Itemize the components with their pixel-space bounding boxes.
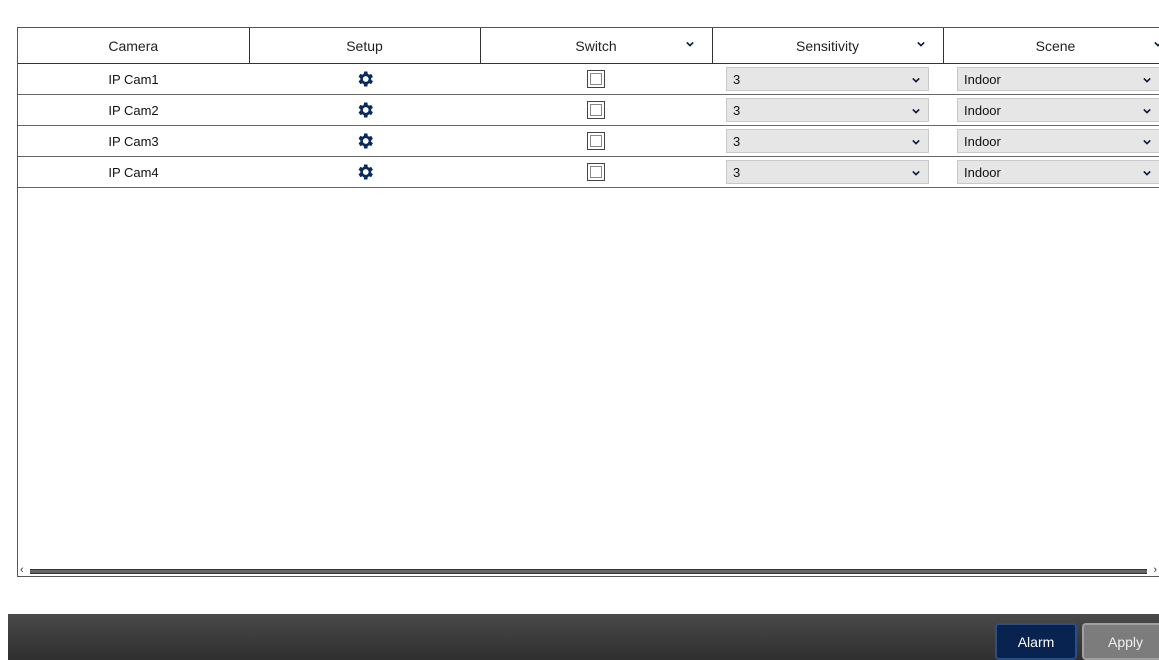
chevron-down-icon xyxy=(1143,139,1151,145)
column-header-switch[interactable]: Switch xyxy=(480,28,713,64)
switch-cell xyxy=(480,63,712,95)
scene-value: Indoor xyxy=(964,134,1001,149)
scene-select[interactable]: Indoor xyxy=(957,98,1159,122)
scroll-left-icon[interactable]: ‹ xyxy=(20,564,24,576)
column-header-scene[interactable]: Scene xyxy=(943,28,1159,64)
chevron-down-icon[interactable] xyxy=(1153,40,1159,48)
scene-value: Indoor xyxy=(964,103,1001,118)
sensitivity-cell: 3 xyxy=(712,94,943,126)
switch-checkbox[interactable] xyxy=(587,101,605,119)
chevron-down-icon[interactable] xyxy=(916,40,925,48)
chevron-down-icon xyxy=(912,77,920,83)
scene-select[interactable]: Indoor xyxy=(957,129,1159,153)
column-header-label: Switch xyxy=(575,37,617,54)
switch-cell xyxy=(480,94,712,126)
column-header-label: Setup xyxy=(346,37,383,54)
scene-select[interactable]: Indoor xyxy=(957,67,1159,91)
table-row: IP Cam4 3 Indoor xyxy=(18,156,1159,188)
table-row: IP Cam2 3 Indoor xyxy=(18,94,1159,126)
camera-cell: IP Cam2 xyxy=(18,94,249,126)
setup-cell xyxy=(249,156,480,188)
camera-motion-table-panel: Camera Setup Switch Sensitivity Scene IP… xyxy=(17,27,1159,577)
camera-cell: IP Cam3 xyxy=(18,125,249,157)
scene-value: Indoor xyxy=(964,165,1001,180)
camera-name: IP Cam4 xyxy=(108,164,159,180)
switch-checkbox[interactable] xyxy=(587,163,605,181)
column-header-camera: Camera xyxy=(18,28,250,64)
switch-checkbox[interactable] xyxy=(587,70,605,88)
table-row: IP Cam1 3 Indoor xyxy=(18,63,1159,95)
chevron-down-icon xyxy=(912,170,920,176)
chevron-down-icon xyxy=(912,139,920,145)
sensitivity-value: 3 xyxy=(733,165,741,180)
table-header-row: Camera Setup Switch Sensitivity Scene xyxy=(18,28,1159,64)
chevron-down-icon xyxy=(1143,77,1151,83)
sensitivity-value: 3 xyxy=(733,134,741,149)
scrollbar-thumb[interactable] xyxy=(30,569,1147,574)
switch-cell xyxy=(480,156,712,188)
sensitivity-select[interactable]: 3 xyxy=(726,129,929,153)
footer-bar: Alarm Apply xyxy=(8,614,1159,660)
switch-checkbox[interactable] xyxy=(587,132,605,150)
camera-table: Camera Setup Switch Sensitivity Scene IP… xyxy=(18,28,1159,188)
setup-cell xyxy=(249,94,480,126)
camera-cell: IP Cam4 xyxy=(18,156,249,188)
sensitivity-select[interactable]: 3 xyxy=(726,98,929,122)
scene-cell: Indoor xyxy=(943,94,1159,126)
switch-cell xyxy=(480,125,712,157)
chevron-down-icon xyxy=(1143,108,1151,114)
scene-cell: Indoor xyxy=(943,63,1159,95)
scene-select[interactable]: Indoor xyxy=(957,160,1159,184)
sensitivity-cell: 3 xyxy=(712,63,943,95)
gear-icon[interactable] xyxy=(355,69,375,89)
sensitivity-value: 3 xyxy=(733,72,741,87)
apply-button[interactable]: Apply xyxy=(1082,623,1159,660)
alarm-button[interactable]: Alarm xyxy=(995,623,1077,660)
sensitivity-select[interactable]: 3 xyxy=(726,160,929,184)
setup-cell xyxy=(249,63,480,95)
chevron-down-icon[interactable] xyxy=(685,40,694,48)
gear-icon[interactable] xyxy=(355,162,375,182)
sensitivity-select[interactable]: 3 xyxy=(726,67,929,91)
sensitivity-cell: 3 xyxy=(712,125,943,157)
gear-icon[interactable] xyxy=(355,131,375,151)
sensitivity-cell: 3 xyxy=(712,156,943,188)
chevron-down-icon xyxy=(912,108,920,114)
chevron-down-icon xyxy=(1143,170,1151,176)
column-header-sensitivity[interactable]: Sensitivity xyxy=(712,28,944,64)
column-header-label: Scene xyxy=(1035,37,1076,54)
column-header-setup: Setup xyxy=(249,28,481,64)
scene-cell: Indoor xyxy=(943,156,1159,188)
horizontal-scrollbar[interactable]: ‹ › xyxy=(18,564,1159,576)
setup-cell xyxy=(249,125,480,157)
camera-name: IP Cam1 xyxy=(108,71,159,87)
gear-icon[interactable] xyxy=(355,100,375,120)
scroll-right-icon[interactable]: › xyxy=(1153,564,1157,576)
column-header-label: Sensitivity xyxy=(795,37,860,54)
scene-value: Indoor xyxy=(964,72,1001,87)
camera-name: IP Cam2 xyxy=(108,102,159,118)
camera-name: IP Cam3 xyxy=(108,133,159,149)
table-row: IP Cam3 3 Indoor xyxy=(18,125,1159,157)
sensitivity-value: 3 xyxy=(733,103,741,118)
column-header-label: Camera xyxy=(108,37,159,54)
scene-cell: Indoor xyxy=(943,125,1159,157)
camera-cell: IP Cam1 xyxy=(18,63,249,95)
